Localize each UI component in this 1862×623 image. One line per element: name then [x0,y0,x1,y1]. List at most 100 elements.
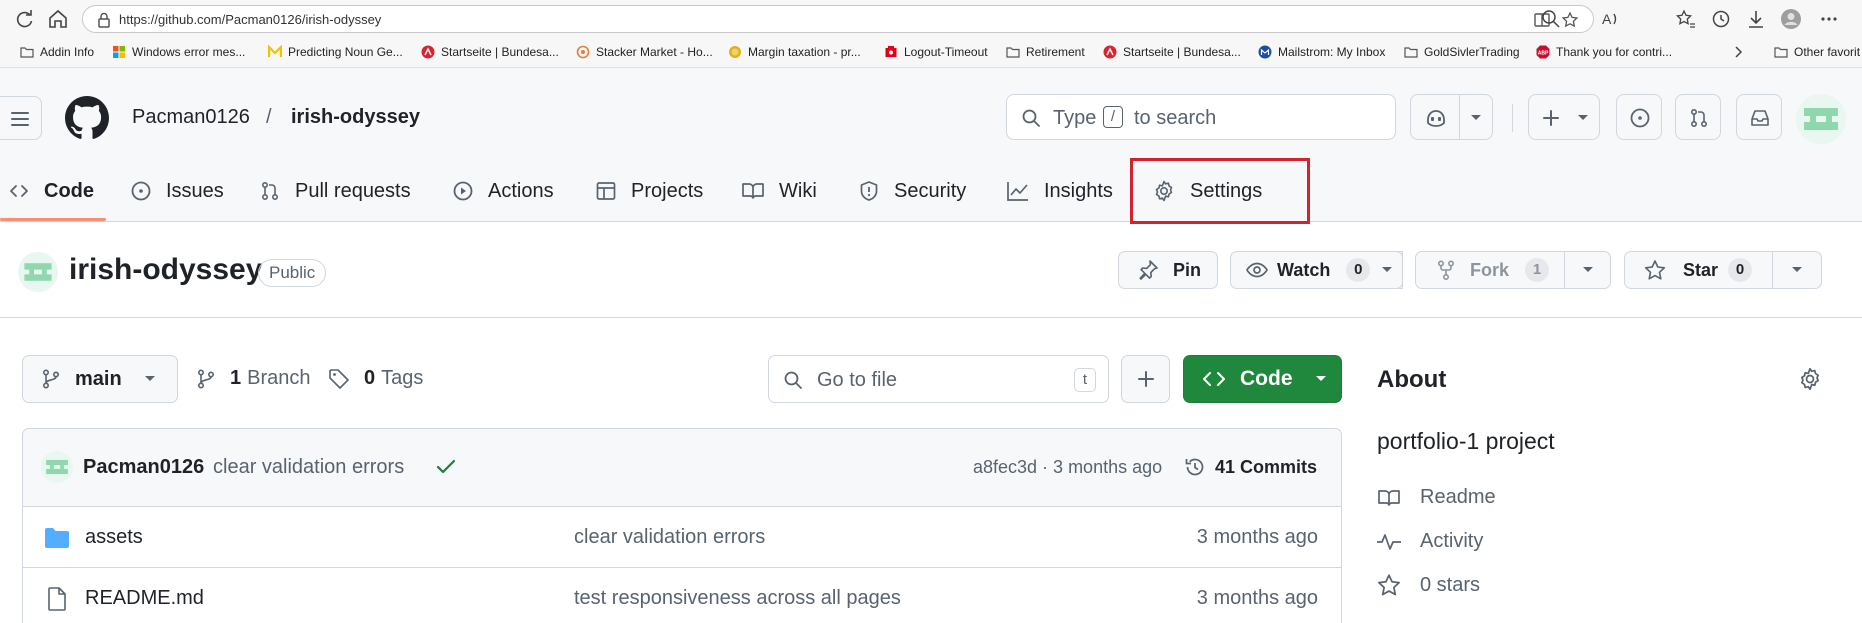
issues-button[interactable] [1616,94,1662,140]
refresh-icon[interactable] [12,7,36,31]
home-icon[interactable] [46,7,70,31]
file-date: 3 months ago [1196,587,1318,609]
pin-icon [1139,260,1158,280]
tab-actions[interactable]: Actions [452,176,554,206]
fork-dropdown[interactable] [1564,251,1611,289]
search-input[interactable]: Type / to search [1006,94,1396,140]
github-logo-icon[interactable] [65,96,109,140]
hamburger-menu-button[interactable] [0,96,42,140]
bookmark-item[interactable]: Retirement [1006,45,1085,59]
bookmark-item[interactable]: Stacker Market - Ho... [576,45,713,59]
windows-logo-icon [113,46,125,58]
latest-commit-bar: Pacman0126 clear validation errors a8fec… [23,429,1341,506]
plus-icon [1138,371,1154,387]
breadcrumb-repo[interactable]: irish-odyssey [291,106,420,129]
copilot-icon [1427,110,1445,127]
file-row[interactable]: README.md test responsiveness across all… [22,567,1342,623]
tags-link[interactable]: 0 Tags [328,367,423,390]
watch-count: 0 [1346,258,1371,282]
agency-logo-icon [421,45,435,59]
pin-button[interactable]: Pin [1118,251,1218,289]
tab-pull-requests[interactable]: Pull requests [259,176,411,206]
bookmark-item[interactable]: ABP Thank you for contri... [1536,45,1672,59]
breadcrumb-owner[interactable]: Pacman0126 [132,106,250,129]
bookmark-item[interactable]: Predicting Noun Ge... [268,45,403,59]
identicon-avatar-icon [1796,94,1846,144]
bookmark-item[interactable]: Logout-Timeout [884,45,988,59]
inbox-icon [1751,110,1769,126]
tab-wiki[interactable]: Wiki [741,176,817,206]
downloads-icon[interactable] [1745,8,1767,30]
commit-message[interactable]: clear validation errors [213,456,404,479]
history-icon[interactable] [1710,8,1732,30]
read-aloud-icon[interactable]: A [1600,8,1622,30]
abp-icon: ABP [1536,45,1550,59]
star-dropdown[interactable] [1772,251,1822,289]
chevron-down-icon [1382,267,1392,272]
more-menu-icon[interactable] [1818,8,1840,30]
add-file-button[interactable] [1121,355,1170,403]
url-text[interactable]: https://github.com/Pacman0126/irish-odys… [119,12,381,27]
copilot-dropdown-button[interactable] [1459,94,1493,140]
about-stars-link[interactable]: 0 stars [1376,573,1480,597]
svg-text:ABP: ABP [1538,50,1549,56]
copilot-button[interactable] [1410,94,1460,140]
bookmark-item[interactable]: Windows error mes... [112,45,245,59]
file-commit-message[interactable]: test responsiveness across all pages [574,587,901,610]
file-icon [48,587,66,611]
go-to-file-input[interactable]: Go to file t [768,355,1109,403]
bookmarks-bar: Addin Info Windows error mes... Predicti… [0,38,1862,68]
bookmark-item[interactable]: Addin Info [20,45,94,59]
bookmark-item[interactable]: Mailstrom: My Inbox [1258,45,1385,59]
commits-count-link[interactable]: 41 Commits [1215,457,1317,478]
lock-icon[interactable] [95,11,113,29]
about-readme-link[interactable]: Readme [1376,486,1496,509]
star-button[interactable]: Star 0 [1624,251,1773,289]
tab-issues[interactable]: Issues [130,176,224,206]
pulse-icon [1377,533,1401,550]
branches-link[interactable]: 1 Branch [196,367,311,390]
book-icon [742,183,764,199]
tab-insights[interactable]: Insights [1006,176,1113,206]
bookmark-item[interactable]: Other favorit [1774,45,1860,59]
commit-author[interactable]: Pacman0126 [83,456,204,479]
profile-avatar-icon[interactable] [1780,8,1802,30]
go-to-file-placeholder: Go to file [817,369,898,391]
folder-icon [1774,47,1788,58]
user-avatar[interactable] [1796,94,1846,144]
inbox-button[interactable] [1736,94,1782,140]
file-date: 3 months ago [1196,526,1318,548]
code-icon [1203,372,1225,386]
favorites-icon[interactable] [1675,8,1697,30]
bookmark-item[interactable]: GoldSivlerTrading [1404,45,1520,59]
file-name[interactable]: README.md [85,587,204,610]
repo-name[interactable]: irish-odyssey [69,253,262,287]
create-new-button[interactable] [1528,94,1600,140]
address-bar[interactable]: https://github.com/Pacman0126/irish-odys… [82,5,1594,33]
tab-projects[interactable]: Projects [595,176,703,206]
bookmark-item[interactable]: Startseite | Bundesa... [1103,45,1241,59]
about-settings-button[interactable] [1797,366,1823,392]
watch-dropdown[interactable] [1372,251,1403,289]
commit-hash-and-time[interactable]: a8fec3d · 3 months ago [973,457,1162,478]
fork-button[interactable]: Fork 1 [1415,251,1565,289]
star-icon [1378,574,1400,596]
code-download-button[interactable]: Code [1183,355,1342,403]
go-to-file-shortcut-key: t [1074,368,1096,392]
tab-security[interactable]: Security [858,176,966,206]
pull-requests-button[interactable] [1675,94,1721,140]
file-name[interactable]: assets [85,526,143,549]
zoom-icon[interactable] [1540,8,1562,30]
bookmarks-overflow-chevron-icon[interactable] [1732,45,1744,59]
about-activity-link[interactable]: Activity [1376,530,1483,553]
file-row[interactable]: assets clear validation errors 3 months … [22,506,1342,567]
file-commit-message[interactable]: clear validation errors [574,526,765,549]
tab-code[interactable]: Code [8,176,94,206]
check-icon[interactable] [435,457,457,477]
branch-selector[interactable]: main [22,355,178,403]
bookmark-item[interactable]: Startseite | Bundesa... [421,45,559,59]
history-icon [1185,458,1204,476]
graph-icon [1007,182,1028,201]
bookmark-item[interactable]: Margin taxation - pr... [728,45,861,59]
favorite-star-icon[interactable] [1561,11,1579,29]
